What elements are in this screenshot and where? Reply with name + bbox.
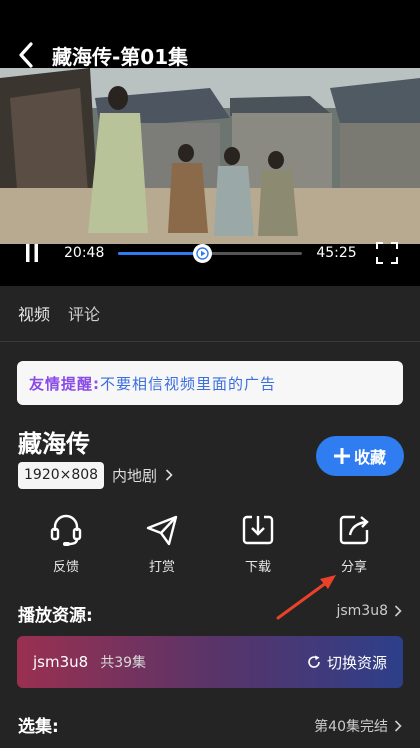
- episodes-status: 第40集完结: [314, 719, 388, 735]
- share-icon: [334, 512, 374, 548]
- feedback-button[interactable]: 反馈: [26, 512, 106, 575]
- fullscreen-icon: [376, 242, 398, 264]
- source-current: jsm3u8: [336, 603, 388, 619]
- annotation-arrow-icon: [276, 575, 336, 620]
- video-title: 藏海传-第01集: [52, 44, 189, 69]
- paper-plane-icon: [142, 512, 182, 548]
- episodes-status-link[interactable]: 第40集完结: [314, 716, 402, 736]
- pause-button[interactable]: [0, 236, 64, 270]
- back-button[interactable]: [0, 30, 52, 80]
- player-controls: 20:48 45:25: [0, 236, 420, 270]
- play-logo-icon: [196, 246, 210, 260]
- progress-knob[interactable]: [193, 243, 213, 263]
- episodes-heading: 选集:: [18, 717, 59, 737]
- share-label: 分享: [340, 560, 367, 575]
- plus-icon: [333, 448, 350, 464]
- divider: [0, 341, 420, 342]
- tab-bar: 视频 评论: [0, 300, 420, 330]
- tip-button[interactable]: 打赏: [122, 512, 202, 575]
- tab-video[interactable]: 视频: [18, 300, 50, 330]
- chevron-right-icon: [394, 720, 402, 732]
- total-time: 45:25: [316, 245, 357, 261]
- download-button[interactable]: 下载: [218, 512, 298, 575]
- download-label: 下载: [244, 560, 271, 575]
- video-frame: [0, 68, 420, 244]
- download-icon: [238, 512, 278, 548]
- fullscreen-button[interactable]: [376, 242, 398, 268]
- collect-label: 收藏: [353, 448, 386, 467]
- region-link[interactable]: 内地剧: [112, 464, 173, 488]
- source-selector[interactable]: jsm3u8: [336, 603, 402, 619]
- action-row: 反馈 打赏 下载 分享: [0, 512, 420, 578]
- tab-comments[interactable]: 评论: [68, 300, 100, 330]
- source-heading: 播放资源:: [18, 606, 93, 626]
- chevron-right-icon: [394, 605, 402, 617]
- resolution-badge: 1920×808: [18, 462, 105, 489]
- collect-button[interactable]: 收藏: [316, 436, 404, 476]
- switch-source-button[interactable]: 切换资源: [307, 652, 387, 673]
- headset-icon: [46, 512, 86, 548]
- notice-body: 不要相信视频里面的广告: [100, 374, 277, 393]
- refresh-icon: [308, 655, 320, 668]
- progress-fill: [118, 251, 203, 255]
- notice-banner: 友情提醒: 不要相信视频里面的广告: [17, 361, 403, 405]
- notice-head: 友情提醒:: [29, 374, 100, 393]
- progress-bar[interactable]: [118, 243, 303, 263]
- share-button[interactable]: 分享: [314, 512, 394, 575]
- show-title: 藏海传: [18, 430, 90, 458]
- tip-label: 打赏: [148, 560, 175, 575]
- switch-source-label: 切换资源: [326, 653, 387, 672]
- region-label: 内地剧: [112, 467, 158, 485]
- feedback-label: 反馈: [52, 560, 79, 575]
- current-time: 20:48: [64, 245, 105, 261]
- source-name: jsm3u8: [33, 653, 89, 671]
- player-topbar: 藏海传-第01集: [0, 30, 420, 80]
- source-episode-count: 共39集: [100, 655, 147, 671]
- pause-icon: [26, 244, 38, 262]
- video-player[interactable]: 藏海传-第01集 20:48 45:25: [0, 0, 420, 286]
- source-bar[interactable]: jsm3u8 共39集 切换资源: [17, 636, 403, 688]
- chevron-left-icon: [19, 42, 33, 68]
- chevron-right-icon: [165, 469, 173, 481]
